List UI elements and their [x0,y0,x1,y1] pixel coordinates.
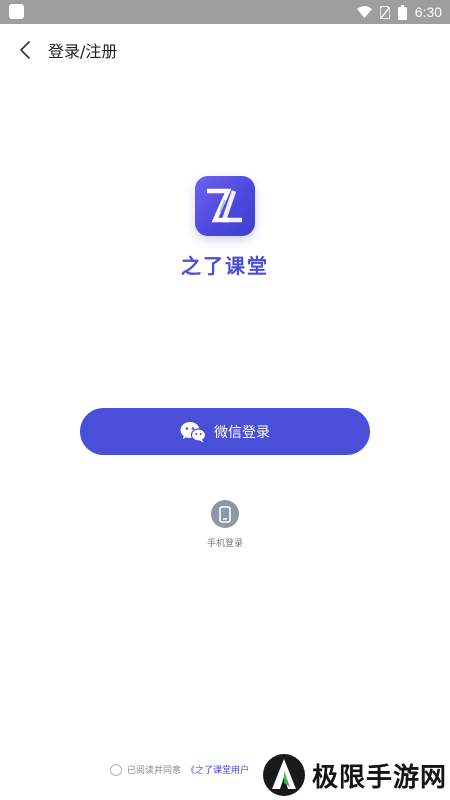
app-name: 之了课堂 [181,254,269,278]
top-bar: 登录/注册 [0,24,450,76]
watermark-text: 极限手游网 [312,762,448,793]
status-icons: 6:30 [356,0,442,24]
watermark: 极限手游网 [262,752,450,798]
agreement-checkbox[interactable] [110,763,122,776]
phone-login-label: 手机登录 [206,539,243,549]
status-bar: 6:30 [0,0,450,24]
no-sim-icon [379,5,390,19]
phone-login-button[interactable] [211,500,239,528]
wechat-login-button[interactable]: 微信登录 [80,408,370,455]
chevron-left-icon [20,41,30,59]
notification-icon [9,4,24,19]
user-agreement-link[interactable]: 《之了课堂用户 [186,763,249,776]
agreement-text: 已阅读并同意 [127,766,182,776]
watermark-logo-icon [263,754,305,796]
battery-icon [397,4,407,20]
zl-logo-icon [207,188,242,223]
phone-icon [219,505,231,523]
page-title: 登录/注册 [48,42,118,61]
wechat-login-label: 微信登录 [214,424,270,441]
agreement-row: 已阅读并同意 《之了课堂用户 [110,763,249,776]
app-logo [195,176,255,236]
status-time: 6:30 [414,4,442,20]
back-button[interactable] [12,36,38,64]
wifi-icon [356,6,372,18]
wechat-icon [180,421,206,442]
